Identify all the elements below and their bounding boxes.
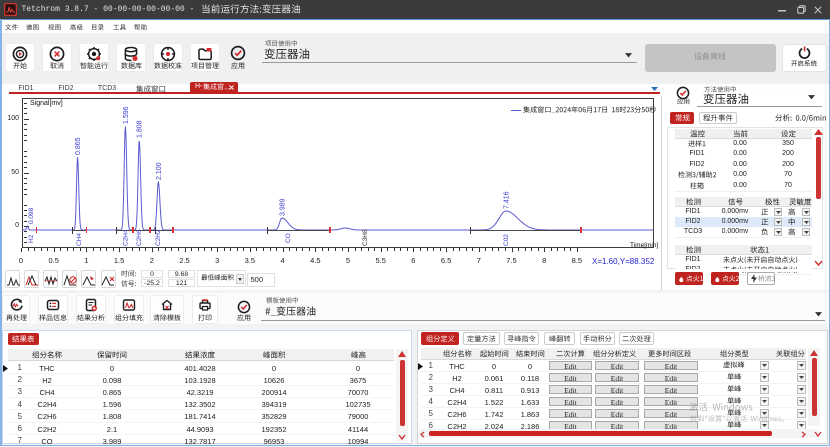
svg-text:0.098: 0.098 bbox=[28, 207, 35, 224]
svg-text:C02: C02 bbox=[503, 234, 510, 246]
svg-text:1.808: 1.808 bbox=[137, 120, 144, 138]
svg-text:3.989: 3.989 bbox=[279, 198, 286, 216]
svg-text:CO: CO bbox=[285, 233, 292, 243]
svg-text:7.416: 7.416 bbox=[504, 191, 511, 209]
svg-text:C3H8: C3H8 bbox=[362, 229, 369, 246]
svg-text:2.100: 2.100 bbox=[156, 162, 163, 180]
svg-text:H2: H2 bbox=[28, 234, 35, 243]
svg-text:0.865: 0.865 bbox=[75, 137, 82, 155]
svg-text:C2H2: C2H2 bbox=[155, 229, 162, 246]
svg-text:CH4: CH4 bbox=[76, 233, 83, 246]
svg-text:C2H4: C2H4 bbox=[123, 229, 130, 246]
svg-text:1.596: 1.596 bbox=[123, 106, 130, 124]
svg-text:C2H6: C2H6 bbox=[136, 229, 143, 246]
